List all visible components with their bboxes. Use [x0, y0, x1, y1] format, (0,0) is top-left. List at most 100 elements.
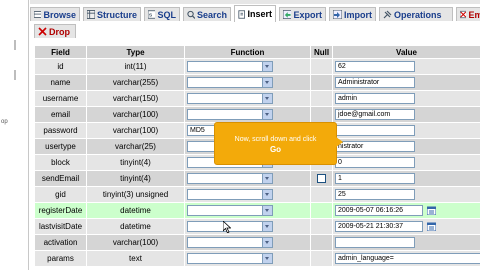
function-select[interactable] [187, 61, 273, 72]
value-input[interactable]: admin [335, 93, 415, 104]
chevron-down-icon [262, 238, 272, 247]
import-icon [333, 10, 342, 19]
drop-icon [38, 27, 47, 36]
function-select[interactable] [187, 77, 273, 88]
table-header-row: Field Type Function Null Value [34, 45, 480, 59]
chevron-down-icon [262, 110, 272, 119]
tutorial-tooltip: Now, scroll down and click Go [214, 122, 343, 165]
value-input[interactable]: jdoe@gmail.com [335, 109, 415, 120]
field-type: varchar(100) [86, 106, 185, 123]
field-type: tinyint(3) unsigned [86, 186, 185, 203]
tab-browse[interactable]: Browse [30, 7, 80, 21]
tab-export[interactable]: Export [279, 7, 326, 21]
value-cell: 0 [332, 154, 480, 171]
value-cell: 25 [332, 186, 480, 203]
function-select[interactable] [187, 109, 273, 120]
header-value: Value [332, 45, 480, 59]
field-type: varchar(255) [86, 74, 185, 91]
function-select[interactable] [187, 189, 273, 200]
field-name: username [34, 90, 87, 107]
value-input[interactable] [335, 237, 415, 248]
tab-insert[interactable]: Insert [234, 5, 276, 22]
function-select[interactable] [187, 237, 273, 248]
mouse-cursor-icon [223, 221, 231, 233]
value-input[interactable]: Administrator [335, 77, 415, 88]
tab-label: Browse [43, 9, 76, 20]
table-row: registerDate datetime 2009-05-07 06:16:26 [34, 202, 480, 219]
field-name: activation [34, 234, 87, 251]
table-row: sendEmail tinyint(4) 1 [34, 170, 480, 187]
tab-label: Export [293, 9, 322, 20]
field-name: gid [34, 186, 87, 203]
null-cell [310, 74, 333, 91]
tab-import[interactable]: Import [329, 7, 376, 21]
function-select[interactable] [187, 205, 273, 216]
null-cell [310, 186, 333, 203]
value-input[interactable]: 0 [335, 157, 415, 168]
table-row: lastvisitDate datetime 2009-05-21 21:30:37 [34, 218, 480, 235]
calendar-icon[interactable] [427, 222, 436, 231]
function-select[interactable] [187, 93, 273, 104]
function-cell [184, 170, 311, 187]
operations-icon [383, 10, 392, 19]
value-input[interactable]: admin_language= [335, 253, 480, 264]
value-input[interactable]: nistrator [335, 141, 415, 152]
insert-icon [238, 9, 246, 19]
chevron-down-icon [262, 222, 272, 231]
tab-label: Structure [96, 9, 137, 20]
chevron-down-icon [262, 190, 272, 199]
null-cell [310, 170, 333, 187]
null-cell [310, 218, 333, 235]
field-name: params [34, 250, 87, 267]
function-cell [184, 74, 311, 91]
export-icon [283, 10, 292, 19]
tab-sql[interactable]: S SQL [144, 7, 180, 21]
null-checkbox[interactable] [317, 174, 326, 184]
value-input[interactable]: 2009-05-07 06:16:26 [335, 205, 423, 216]
calendar-icon[interactable] [427, 206, 436, 215]
tab-empty[interactable]: Empty [456, 7, 480, 21]
null-cell [310, 58, 333, 75]
value-cell: jdoe@gmail.com [332, 106, 480, 123]
field-type: int(11) [86, 58, 185, 75]
function-cell [184, 250, 311, 267]
field-type: varchar(100) [86, 234, 185, 251]
function-select[interactable] [187, 173, 273, 184]
value-cell: admin [332, 90, 480, 107]
function-select[interactable] [187, 253, 273, 264]
field-name: sendEmail [34, 170, 87, 187]
tab-label: Operations [394, 9, 442, 20]
function-cell [184, 186, 311, 203]
tab-drop[interactable]: Drop [34, 24, 76, 38]
sql-icon: S [148, 10, 156, 19]
table-row: id int(11) 62 [34, 58, 480, 75]
tab-label: Search [196, 9, 227, 20]
tab-structure[interactable]: Structure [83, 7, 141, 21]
null-cell [310, 90, 333, 107]
value-input[interactable] [335, 125, 415, 136]
search-icon [187, 10, 195, 19]
tab-operations[interactable]: Operations [379, 7, 453, 21]
value-input[interactable]: 1 [335, 173, 415, 184]
tab-search[interactable]: Search [183, 7, 231, 21]
null-cell [310, 250, 333, 267]
value-input[interactable]: 2009-05-21 21:30:37 [335, 221, 423, 232]
value-input[interactable]: 62 [335, 61, 415, 72]
header-field: Field [34, 45, 87, 59]
chevron-down-icon [262, 62, 272, 71]
table-row: params text admin_language= [34, 250, 480, 267]
tab-label: SQL [157, 9, 176, 20]
empty-icon [460, 10, 467, 19]
value-cell: 62 [332, 58, 480, 75]
value-cell: 1 [332, 170, 480, 187]
field-type: tinyint(4) [86, 154, 185, 171]
left-frame-text: op [1, 119, 8, 125]
tooltip-action: Go [269, 145, 282, 154]
function-cell [184, 90, 311, 107]
tooltip-text: Now, scroll down and click [234, 136, 317, 143]
null-cell [310, 106, 333, 123]
field-type: text [86, 250, 185, 267]
function-cell [184, 58, 311, 75]
chevron-down-icon [262, 94, 272, 103]
value-input[interactable]: 25 [335, 189, 415, 200]
